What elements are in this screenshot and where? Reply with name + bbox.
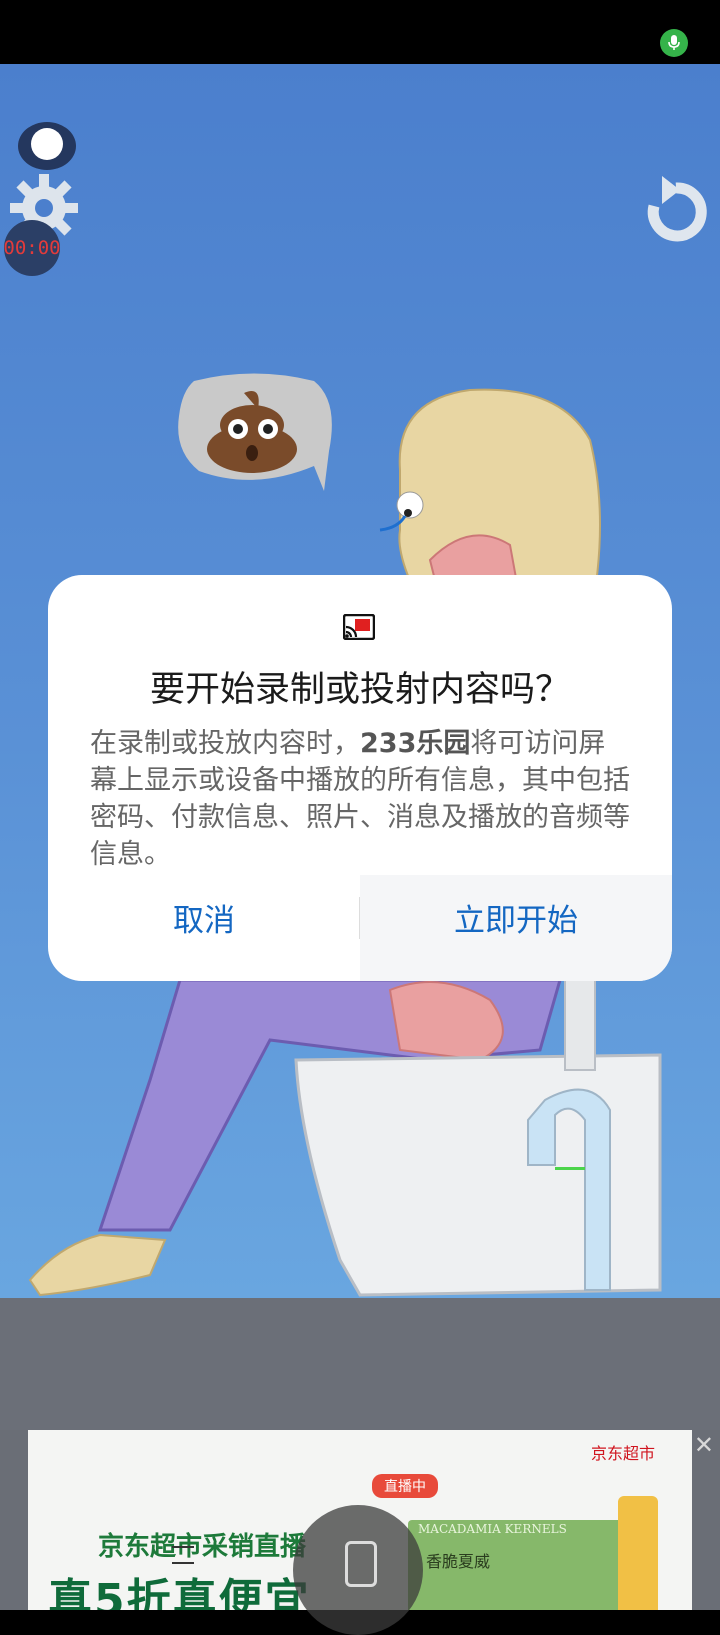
floating-record-button[interactable]: [293, 1505, 423, 1635]
mic-icon: [660, 29, 688, 57]
cast-permission-dialog: 要开始录制或投射内容吗？ 在录制或投放内容时，233乐园将可访问屏幕上显示或设备…: [48, 575, 672, 981]
cast-icon: [343, 614, 375, 640]
dialog-title: 要开始录制或投射内容吗？: [149, 670, 570, 710]
floor: [0, 1298, 720, 1430]
live-badge: 直播中: [372, 1474, 438, 1498]
product-tube: [618, 1496, 658, 1610]
joystick-dot[interactable]: [31, 128, 63, 160]
status-bar: [0, 0, 720, 64]
speech-bubble: [178, 373, 332, 491]
app-name: 233乐园: [360, 728, 471, 759]
ad-close-button[interactable]: ✕: [694, 1433, 714, 1457]
menu-icon[interactable]: [172, 1546, 194, 1564]
restart-icon[interactable]: [640, 176, 712, 248]
phone-icon: [345, 1541, 377, 1587]
product-name: MACADAMIA KERNELS: [418, 1522, 567, 1536]
record-timer[interactable]: 00:00: [3, 220, 61, 276]
dialog-body: 在录制或投放内容时，233乐园将可访问屏幕上显示或设备中播放的所有信息，其中包括…: [90, 725, 630, 873]
ad-brand: 京东超市: [591, 1444, 656, 1463]
ad-subline: 真5折真便宜: [48, 1575, 311, 1610]
start-now-button[interactable]: 立即开始: [360, 895, 672, 945]
ad-headline: 京东超市采销直播: [98, 1532, 307, 1562]
dialog-body-prefix: 在录制或投放内容时，: [90, 728, 360, 759]
cancel-button[interactable]: 取消: [48, 895, 360, 945]
product-name-cn: 香脆夏威: [426, 1552, 491, 1571]
